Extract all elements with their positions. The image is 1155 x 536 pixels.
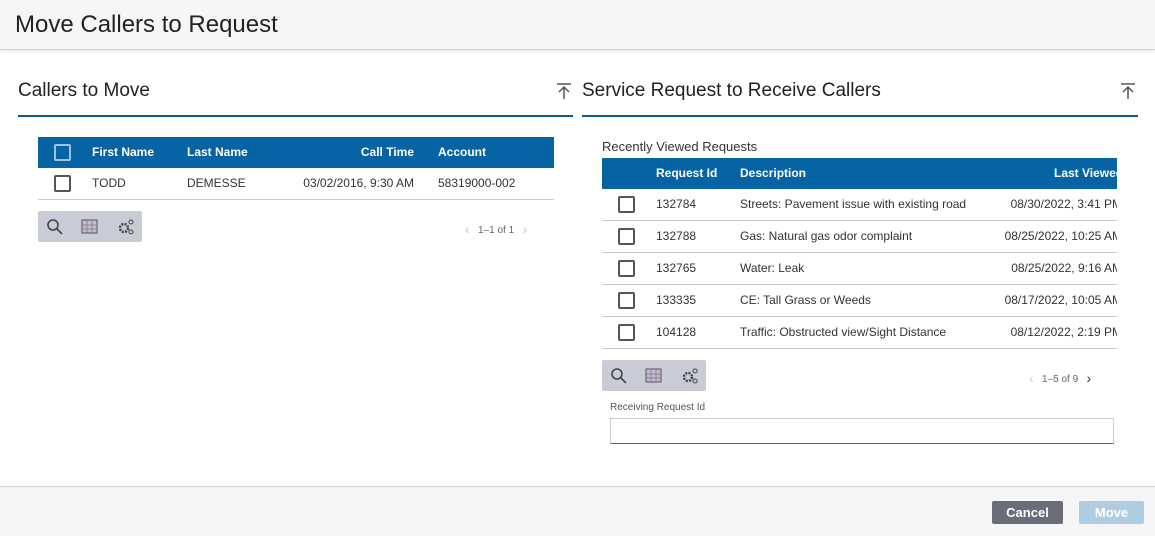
table-row[interactable]: 132784 Streets: Pavement issue with exis… [602, 189, 1117, 221]
cell-last-viewed: 08/30/2022, 3:41 PM [1010, 197, 1117, 211]
prev-page-icon[interactable]: ‹ [1029, 370, 1034, 386]
cell-last-viewed: 08/12/2022, 2:19 PM [1010, 325, 1117, 339]
table-toolbar [602, 360, 706, 391]
table-row[interactable]: TODD DEMESSE 03/02/2016, 9:30 AM 5831900… [38, 168, 554, 200]
columns-icon[interactable] [645, 367, 663, 390]
cell-request-id: 132784 [656, 197, 697, 211]
collapse-icon[interactable] [555, 82, 573, 100]
col-last-viewed[interactable]: Last Viewed [1054, 158, 1117, 189]
recent-requests-label: Recently Viewed Requests [602, 139, 758, 154]
table-header: Request Id Description Last Viewed [602, 158, 1117, 189]
service-title: Service Request to Receive Callers [582, 80, 881, 101]
select-all-checkbox[interactable] [54, 144, 71, 161]
col-account[interactable]: Account [438, 137, 486, 168]
dialog-title: Move Callers to Request [15, 11, 278, 38]
cell-account: 58319000-002 [438, 176, 516, 190]
dialog-footer: Cancel Move [0, 486, 1155, 536]
row-checkbox[interactable] [618, 292, 635, 309]
cell-description: Gas: Natural gas odor complaint [740, 229, 913, 243]
table-row[interactable]: 104128 Traffic: Obstructed view/Sight Di… [602, 317, 1117, 349]
cell-description: CE: Tall Grass or Weeds [740, 293, 871, 307]
col-request-id[interactable]: Request Id [656, 158, 717, 189]
settings-icon[interactable] [681, 367, 699, 390]
col-first-name[interactable]: First Name [92, 137, 154, 168]
cell-request-id: 132788 [656, 229, 697, 243]
cell-request-id: 133335 [656, 293, 697, 307]
table-header: First Name Last Name Call Time Account [38, 137, 554, 168]
cell-description: Streets: Pavement issue with existing ro… [740, 197, 967, 211]
cell-request-id: 104128 [656, 325, 697, 339]
callers-table: First Name Last Name Call Time Account T… [38, 137, 554, 200]
row-checkbox[interactable] [618, 324, 635, 341]
collapse-icon[interactable] [1119, 82, 1137, 100]
cell-request-id: 132765 [656, 261, 697, 275]
search-icon[interactable] [46, 218, 64, 241]
cell-description: Water: Leak [740, 261, 805, 275]
table-row[interactable]: 132788 Gas: Natural gas odor complaint 0… [602, 221, 1117, 253]
settings-icon[interactable] [117, 218, 135, 241]
divider [582, 115, 1138, 117]
next-page-icon[interactable]: › [523, 221, 528, 237]
cancel-button[interactable]: Cancel [992, 501, 1063, 524]
row-checkbox[interactable] [54, 175, 71, 192]
search-icon[interactable] [610, 367, 628, 390]
dialog-header: Move Callers to Request [0, 0, 1155, 50]
table-toolbar [38, 211, 142, 242]
col-call-time[interactable]: Call Time [361, 137, 414, 168]
receiving-request-label: Receiving Request Id [610, 402, 706, 413]
prev-page-icon[interactable]: ‹ [465, 221, 470, 237]
next-page-icon[interactable]: › [1087, 370, 1092, 386]
cell-last-viewed: 08/25/2022, 10:25 AM [1004, 229, 1117, 243]
cell-time: 03/02/2016, 9:30 AM [303, 176, 414, 190]
columns-icon[interactable] [81, 218, 99, 241]
move-button[interactable]: Move [1079, 501, 1144, 524]
pager-text: 1–5 of 9 [1042, 374, 1079, 385]
cell-last: DEMESSE [187, 176, 246, 190]
callers-pager: ‹ 1–1 of 1 › [465, 220, 528, 237]
receiving-request-input[interactable] [610, 418, 1114, 444]
row-checkbox[interactable] [618, 228, 635, 245]
table-row[interactable]: 132765 Water: Leak 08/25/2022, 9:16 AM [602, 253, 1117, 285]
col-last-name[interactable]: Last Name [187, 137, 248, 168]
pager-text: 1–1 of 1 [478, 225, 515, 236]
cell-last-viewed: 08/17/2022, 10:05 AM [1004, 293, 1117, 307]
cell-description: Traffic: Obstructed view/Sight Distance [740, 325, 947, 339]
callers-title: Callers to Move [18, 80, 150, 101]
divider [18, 115, 573, 117]
cell-last-viewed: 08/25/2022, 9:16 AM [1011, 261, 1117, 275]
row-checkbox[interactable] [618, 196, 635, 213]
table-row[interactable]: 133335 CE: Tall Grass or Weeds 08/17/202… [602, 285, 1117, 317]
cell-first: TODD [92, 176, 126, 190]
row-checkbox[interactable] [618, 260, 635, 277]
col-description[interactable]: Description [740, 158, 806, 189]
requests-pager: ‹ 1–5 of 9 › [1029, 369, 1092, 386]
requests-table: Request Id Description Last Viewed 13278… [602, 158, 1117, 349]
